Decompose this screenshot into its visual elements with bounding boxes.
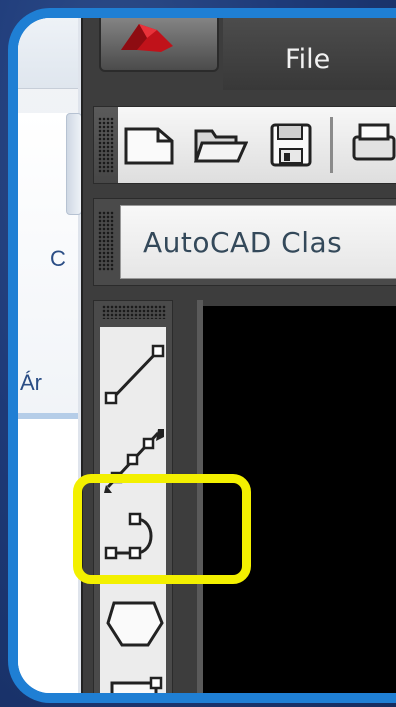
polygon-icon[interactable] [100, 579, 170, 659]
workspace-dropdown[interactable]: AutoCAD Clas [120, 205, 396, 279]
line-icon[interactable] [100, 333, 170, 413]
application-menu-button[interactable] [99, 18, 219, 72]
save-icon[interactable] [262, 119, 318, 171]
open-icon[interactable] [192, 119, 248, 171]
standard-toolbar [93, 106, 396, 184]
background-letter-c: C [50, 246, 66, 271]
background-letter-ar: Ár [20, 370, 42, 395]
print-icon[interactable] [344, 119, 396, 171]
rectangle-icon[interactable] [100, 661, 170, 703]
menu-bar: File [223, 18, 396, 90]
autocad-logo-icon [121, 24, 173, 52]
screenshot-frame: C Ár File AutoCAD Clas [8, 8, 396, 703]
workspace-toolbar: AutoCAD Clas [93, 198, 396, 286]
toolbar-separator [330, 117, 333, 173]
autocad-window: File AutoCAD Clas [81, 18, 396, 693]
polyline-highlight-box [73, 474, 251, 584]
toolbar-body [118, 107, 396, 183]
workspace-grip[interactable] [98, 211, 114, 271]
menu-file[interactable]: File [285, 44, 330, 75]
background-button[interactable] [66, 113, 82, 215]
background-lower-pane [18, 419, 78, 693]
toolbar-grip[interactable] [98, 117, 114, 173]
draw-toolbar-grip[interactable] [102, 305, 166, 319]
workspace-value: AutoCAD Clas [143, 226, 343, 259]
background-window: C Ár [18, 18, 82, 693]
background-tabstrip [18, 18, 78, 89]
new-icon[interactable] [122, 119, 178, 171]
